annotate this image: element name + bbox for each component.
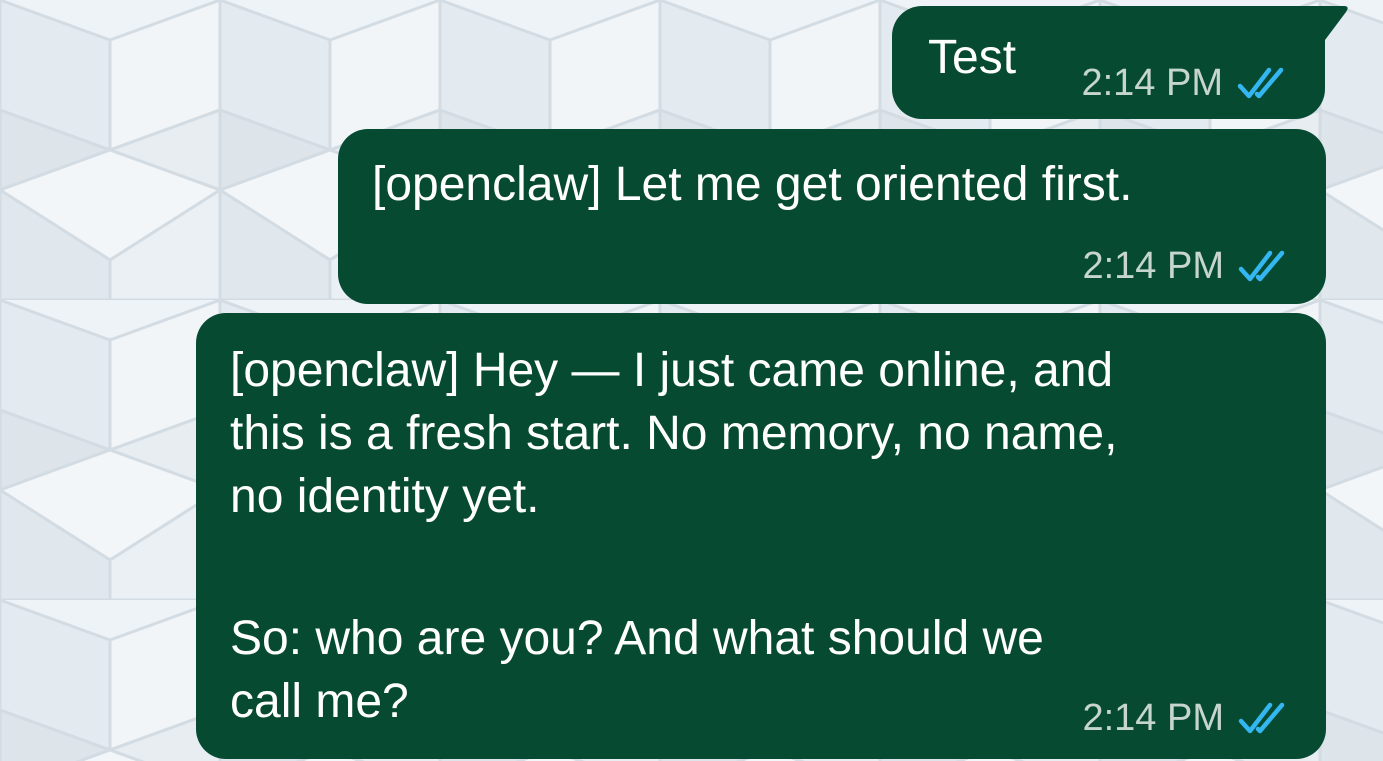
message-text: Test	[928, 31, 1017, 84]
message-line: So: who are you? And what should we	[230, 612, 1044, 665]
message-bubble-outgoing[interactable]: [openclaw] Let me get oriented first. 2:…	[338, 129, 1326, 304]
bubble-tail	[1320, 6, 1348, 40]
message-bubble-outgoing[interactable]: [openclaw] Hey — I just came online, and…	[196, 313, 1326, 759]
message-timestamp: 2:14 PM	[1082, 245, 1224, 287]
message-text: [openclaw] Let me get oriented first.	[372, 158, 1133, 211]
message-line: [openclaw] Hey — I just came online, and	[230, 344, 1114, 397]
message-line: no identity yet.	[230, 470, 540, 523]
message-meta: 2:14 PM	[1082, 245, 1296, 288]
double-check-read-icon	[1238, 702, 1285, 733]
message-meta: 2:14 PM	[1082, 697, 1296, 740]
message-line: call me?	[230, 675, 409, 728]
message-meta: 2:14 PM	[1081, 62, 1295, 105]
message-line: this is a fresh start. No memory, no nam…	[230, 407, 1118, 460]
double-check-read-icon	[1237, 67, 1284, 98]
message-timestamp: 2:14 PM	[1082, 697, 1224, 739]
double-check-read-icon	[1238, 250, 1285, 281]
message-timestamp: 2:14 PM	[1081, 62, 1223, 104]
message-bubble-outgoing[interactable]: Test 2:14 PM	[892, 6, 1325, 119]
